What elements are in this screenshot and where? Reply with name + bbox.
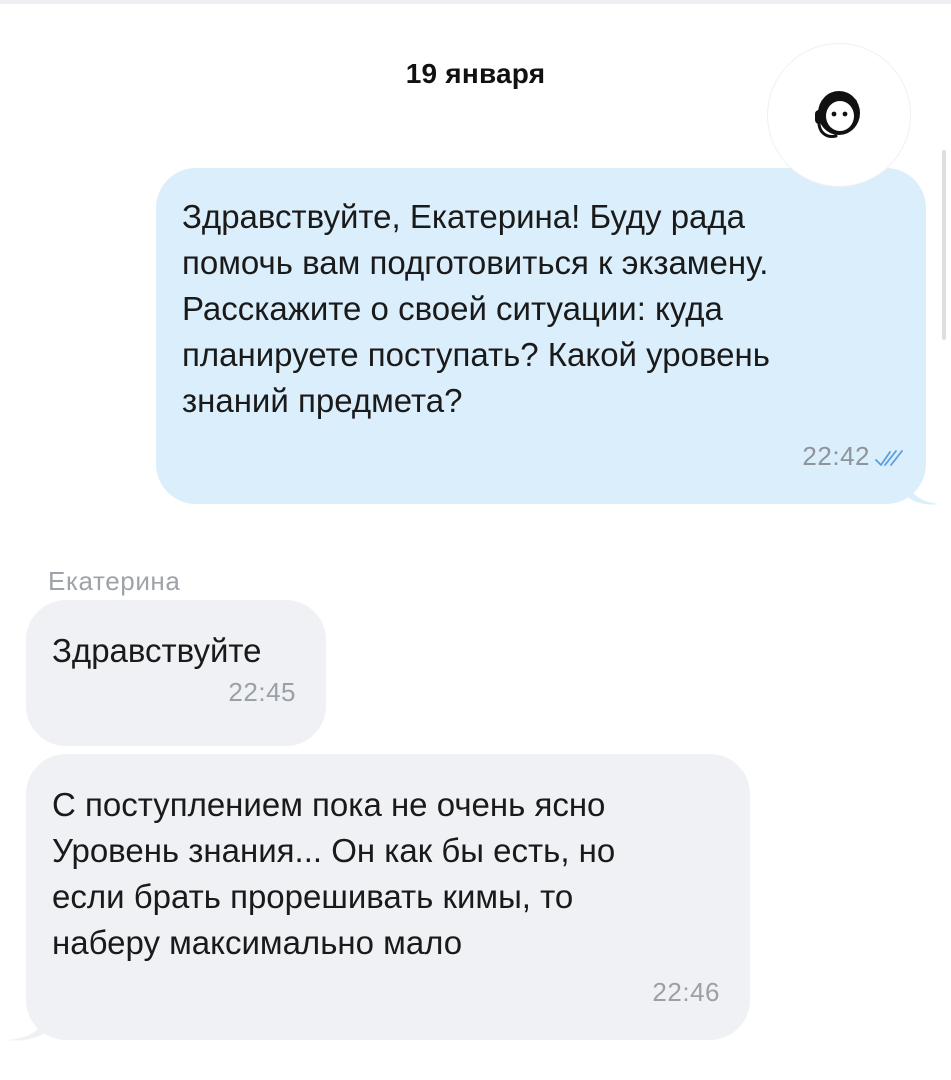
incoming-message-bubble[interactable]: Здравствуйте 22:45: [26, 600, 326, 746]
bubble-tail: [8, 1014, 48, 1041]
chat-screen: 19 января Здравствуйте, Екатерина! Буду …: [0, 0, 951, 1080]
support-agent-icon: [815, 91, 860, 138]
top-divider: [0, 0, 951, 4]
message-time: 22:46: [652, 977, 720, 1007]
message-time: 22:42: [802, 441, 870, 471]
message-text: С поступлением пока не очень ясно Уровен…: [52, 786, 616, 961]
sender-name: Екатерина: [48, 566, 181, 596]
agent-avatar[interactable]: [768, 44, 910, 186]
bubble-tail: [905, 478, 939, 505]
double-check-icon: [875, 450, 903, 466]
message-text: Здравствуйте, Екатерина! Буду рада помоч…: [182, 198, 770, 419]
incoming-message-bubble[interactable]: С поступлением пока не очень ясно Уровен…: [26, 754, 750, 1040]
message-time: 22:45: [228, 677, 296, 707]
message-text: Здравствуйте: [52, 632, 262, 669]
outgoing-message-bubble[interactable]: Здравствуйте, Екатерина! Буду рада помоч…: [156, 168, 926, 504]
scrollbar[interactable]: [942, 150, 946, 340]
